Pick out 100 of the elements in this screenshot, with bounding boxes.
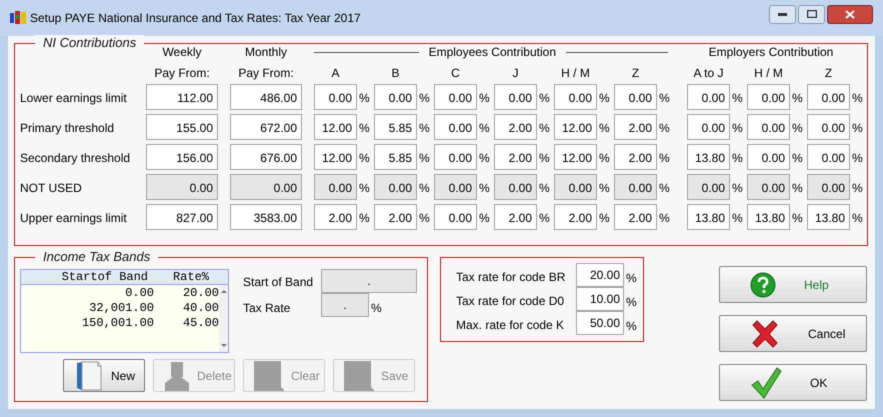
percent-field[interactable]: 0.00: [614, 84, 657, 110]
percent-field[interactable]: 0.00: [747, 114, 790, 140]
weekly-pay-field[interactable]: 112.00: [146, 84, 218, 110]
list-cell-text: 45.00: [182, 316, 219, 331]
column-heading: A: [330, 66, 340, 81]
percent-sign: %: [852, 150, 863, 167]
percent-sign: %: [626, 270, 637, 287]
column-heading: B: [390, 66, 400, 81]
close-button[interactable]: [827, 4, 873, 24]
percent-field[interactable]: 0.00: [747, 144, 790, 170]
percent-field[interactable]: 2.00: [494, 204, 537, 230]
start-of-band-field[interactable]: .: [321, 269, 417, 293]
percent-field[interactable]: 13.80: [687, 204, 730, 230]
percent-field[interactable]: 0.00: [434, 144, 477, 170]
percent-sign: %: [599, 90, 610, 107]
close-icon: [845, 10, 855, 18]
percent-sign: %: [599, 150, 610, 167]
tax-rate-field[interactable]: .: [321, 293, 369, 317]
tax-rate-field[interactable]: 50.00: [576, 311, 624, 335]
tax-rate-field[interactable]: 20.00: [576, 263, 624, 287]
percent-sign: %: [792, 90, 803, 107]
column-heading: A to J: [692, 66, 725, 81]
percent-field[interactable]: 12.00: [314, 114, 357, 140]
percent-sign: %: [792, 180, 803, 197]
window-title: Setup PAYE National Insurance and Tax Rates: Tax Year 2017: [30, 10, 361, 27]
list-cell-text: 20.00: [182, 286, 219, 301]
percent-field[interactable]: 12.00: [554, 144, 597, 170]
monthly-pay-field[interactable]: 3583.00: [230, 204, 302, 230]
column-heading: Pay From:: [154, 66, 210, 81]
percent-field[interactable]: 5.85: [374, 114, 417, 140]
percent-field[interactable]: 0.00: [807, 144, 850, 170]
weekly-pay-field[interactable]: 156.00: [146, 144, 218, 170]
ok-button[interactable]: OK: [719, 364, 867, 401]
percent-field[interactable]: 12.00: [554, 114, 597, 140]
percent-field[interactable]: 2.00: [494, 114, 537, 140]
field-label: Tax rate for code BR: [456, 269, 566, 286]
list-cell-text: 32,001.00: [88, 301, 154, 316]
percent-field[interactable]: 0.00: [687, 114, 730, 140]
list-heading: Rate%: [172, 270, 209, 284]
help-button[interactable]: Help: [719, 266, 867, 303]
new-button[interactable]: New: [63, 359, 145, 392]
field-label: Start of Band: [243, 274, 314, 291]
percent-sign: %: [659, 90, 670, 107]
percent-field[interactable]: 0.00: [374, 84, 417, 110]
percent-field[interactable]: 2.00: [614, 144, 657, 170]
percent-field[interactable]: 0.00: [434, 114, 477, 140]
percent-sign: %: [419, 150, 430, 167]
percent-field[interactable]: 2.00: [314, 204, 357, 230]
percent-field[interactable]: 2.00: [614, 204, 657, 230]
tax-bands-list[interactable]: Startof Band Rate% 0.00 20.00 32,001.00 40.00 150,001.00 45.00: [20, 269, 229, 353]
minimize-button[interactable]: [769, 4, 796, 24]
percent-field[interactable]: 2.00: [614, 114, 657, 140]
percent-field[interactable]: 12.00: [314, 144, 357, 170]
maximize-button[interactable]: [798, 4, 825, 24]
percent-field[interactable]: 0.00: [314, 84, 357, 110]
monthly-pay-field[interactable]: 486.00: [230, 84, 302, 110]
percent-sign: %: [599, 210, 610, 227]
percent-field[interactable]: 0.00: [807, 114, 850, 140]
row-label: Secondary threshold: [20, 151, 132, 166]
percent-field[interactable]: 5.85: [374, 144, 417, 170]
tax-rate-field[interactable]: 10.00: [576, 287, 624, 311]
list-cell-text: 0.00: [124, 286, 154, 301]
row-label: Upper earnings limit: [20, 211, 128, 226]
percent-sign: %: [359, 210, 370, 227]
percent-sign: %: [732, 150, 743, 167]
percent-sign: %: [852, 210, 863, 227]
percent-sign: %: [371, 300, 382, 317]
percent-sign: %: [359, 150, 370, 167]
weekly-pay-field[interactable]: 827.00: [146, 204, 218, 230]
percent-field[interactable]: 13.80: [747, 204, 790, 230]
column-heading: Monthly: [244, 45, 288, 60]
percent-field[interactable]: 0.00: [807, 84, 850, 110]
section-heading: Employers Contribution: [708, 45, 834, 60]
list-cell-text: 150,001.00: [80, 316, 154, 331]
list-heading: Startof Band: [60, 270, 148, 284]
monthly-pay-field[interactable]: 672.00: [230, 114, 302, 140]
list-cell-text: 40.00: [182, 301, 219, 316]
percent-field[interactable]: 0.00: [434, 204, 477, 230]
percent-field[interactable]: 0.00: [494, 84, 537, 110]
percent-field[interactable]: 0.00: [554, 84, 597, 110]
percent-field[interactable]: 0.00: [687, 84, 730, 110]
percent-field[interactable]: 2.00: [374, 204, 417, 230]
help-icon: [750, 272, 776, 298]
monthly-pay-field[interactable]: 676.00: [230, 144, 302, 170]
scroll-down-icon: [220, 344, 226, 347]
field-label: Max. rate for code K: [456, 317, 566, 334]
percent-field[interactable]: 2.00: [554, 204, 597, 230]
percent-sign: %: [479, 180, 490, 197]
section-heading: Employees Contribution: [428, 45, 557, 60]
weekly-pay-field[interactable]: 155.00: [146, 114, 218, 140]
percent-field[interactable]: 13.80: [687, 144, 730, 170]
scrollbar[interactable]: [219, 285, 228, 352]
percent-field[interactable]: 0.00: [434, 84, 477, 110]
percent-field[interactable]: 0.00: [747, 84, 790, 110]
percent-field[interactable]: 13.80: [807, 204, 850, 230]
column-heading: Z: [824, 66, 834, 81]
percent-field[interactable]: 2.00: [494, 144, 537, 170]
app-icon: [10, 11, 26, 25]
cancel-button[interactable]: Cancel: [719, 315, 867, 352]
percent-sign: %: [852, 120, 863, 137]
